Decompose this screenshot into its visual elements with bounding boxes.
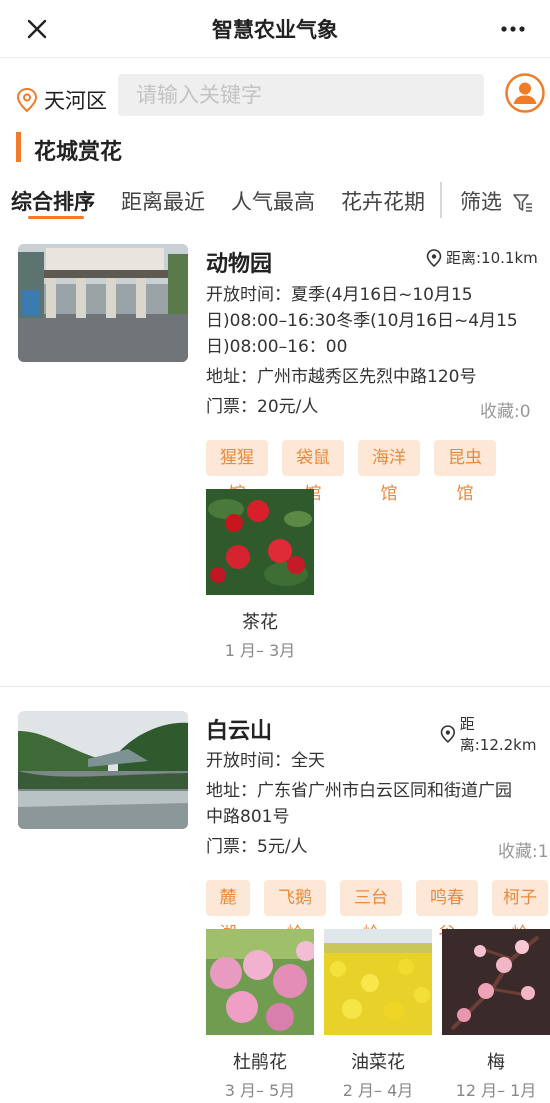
- section-accent-bar: [16, 132, 21, 162]
- rapeseed-flower-photo[interactable]: [324, 929, 432, 1035]
- attraction-tag[interactable]: 昆虫馆: [434, 440, 496, 504]
- location-pin-icon[interactable]: [16, 87, 38, 113]
- tab-bloom-period[interactable]: 花卉花期: [341, 186, 425, 216]
- attraction-tag[interactable]: 鸣春谷: [416, 880, 478, 944]
- place-distance: 距离:10.1km: [426, 247, 538, 268]
- distance-text: 距离:12.2km: [459, 715, 537, 754]
- location-icon: [440, 725, 456, 743]
- flower-period: 3 月– 5月: [224, 1081, 296, 1100]
- attraction-tag[interactable]: 袋鼠馆: [282, 440, 344, 504]
- flower-period: 2 月– 4月: [342, 1081, 414, 1100]
- page-title: 智慧农业气象: [212, 18, 338, 42]
- flower-name: 油菜花: [351, 1052, 405, 1073]
- attraction-tag[interactable]: 猩猩馆: [206, 440, 268, 504]
- flower-period: 1 月– 3月: [224, 641, 296, 660]
- tab-comprehensive[interactable]: 综合排序: [11, 186, 95, 216]
- place-distance: 距离:12.2km: [440, 713, 550, 755]
- filter-button[interactable]: 筛选: [460, 186, 502, 216]
- filter-icon[interactable]: [512, 192, 534, 214]
- ticket-price: 门票：5元/人: [206, 837, 308, 857]
- attraction-tag[interactable]: 飞鹅岭: [264, 880, 326, 944]
- opening-hours-line: 开放时间：全天: [206, 751, 325, 771]
- search-box[interactable]: [118, 74, 484, 116]
- top-bar: 智慧农业气象: [0, 0, 550, 58]
- user-avatar-icon[interactable]: [505, 73, 545, 113]
- section-title: 花城赏花: [34, 140, 123, 165]
- camellia-photo[interactable]: [206, 489, 314, 595]
- location-district[interactable]: 天河区: [44, 85, 107, 115]
- distance-text: 距离:10.1km: [446, 249, 538, 267]
- place-name[interactable]: 动物园: [206, 246, 272, 278]
- search-row: 天河区: [0, 70, 550, 120]
- more-icon[interactable]: [498, 14, 528, 44]
- address-line: 中路801号: [206, 807, 290, 827]
- active-tab-indicator: [28, 216, 84, 219]
- card-divider: [0, 686, 550, 687]
- attraction-tag[interactable]: 三台岭: [340, 880, 402, 944]
- address-line: 地址：广州市越秀区先烈中路120号: [206, 367, 477, 387]
- location-icon: [426, 248, 442, 267]
- favorites-count[interactable]: 收藏:1: [498, 837, 549, 862]
- tab-nearest[interactable]: 距离最近: [121, 186, 205, 216]
- favorites-count[interactable]: 收藏:0: [480, 397, 531, 422]
- baiyun-mountain-photo: [18, 711, 188, 829]
- zoo-photo: [18, 244, 188, 362]
- flower-name: 杜鹃花: [233, 1052, 287, 1073]
- opening-hours-line: 日)08:00–16：00: [206, 337, 348, 357]
- tab-divider: [440, 182, 442, 218]
- sort-tabs: 综合排序 距离最近 人气最高 花卉花期 筛选: [0, 182, 550, 226]
- azalea-photo[interactable]: [206, 929, 314, 1035]
- ticket-price: 门票：20元/人: [206, 397, 319, 417]
- plum-blossom-photo[interactable]: [442, 929, 550, 1035]
- attraction-tag[interactable]: 柯子岭: [492, 880, 548, 944]
- attraction-tag[interactable]: 麓湖: [206, 880, 250, 944]
- attraction-tag[interactable]: 海洋馆: [358, 440, 420, 504]
- search-input[interactable]: [118, 74, 484, 116]
- flower-name: 梅: [487, 1052, 505, 1073]
- flower-period: 12 月– 1月: [455, 1081, 537, 1100]
- place-name[interactable]: 白云山: [206, 713, 272, 745]
- tab-popular[interactable]: 人气最高: [231, 186, 315, 216]
- flower-name: 茶花: [242, 612, 278, 633]
